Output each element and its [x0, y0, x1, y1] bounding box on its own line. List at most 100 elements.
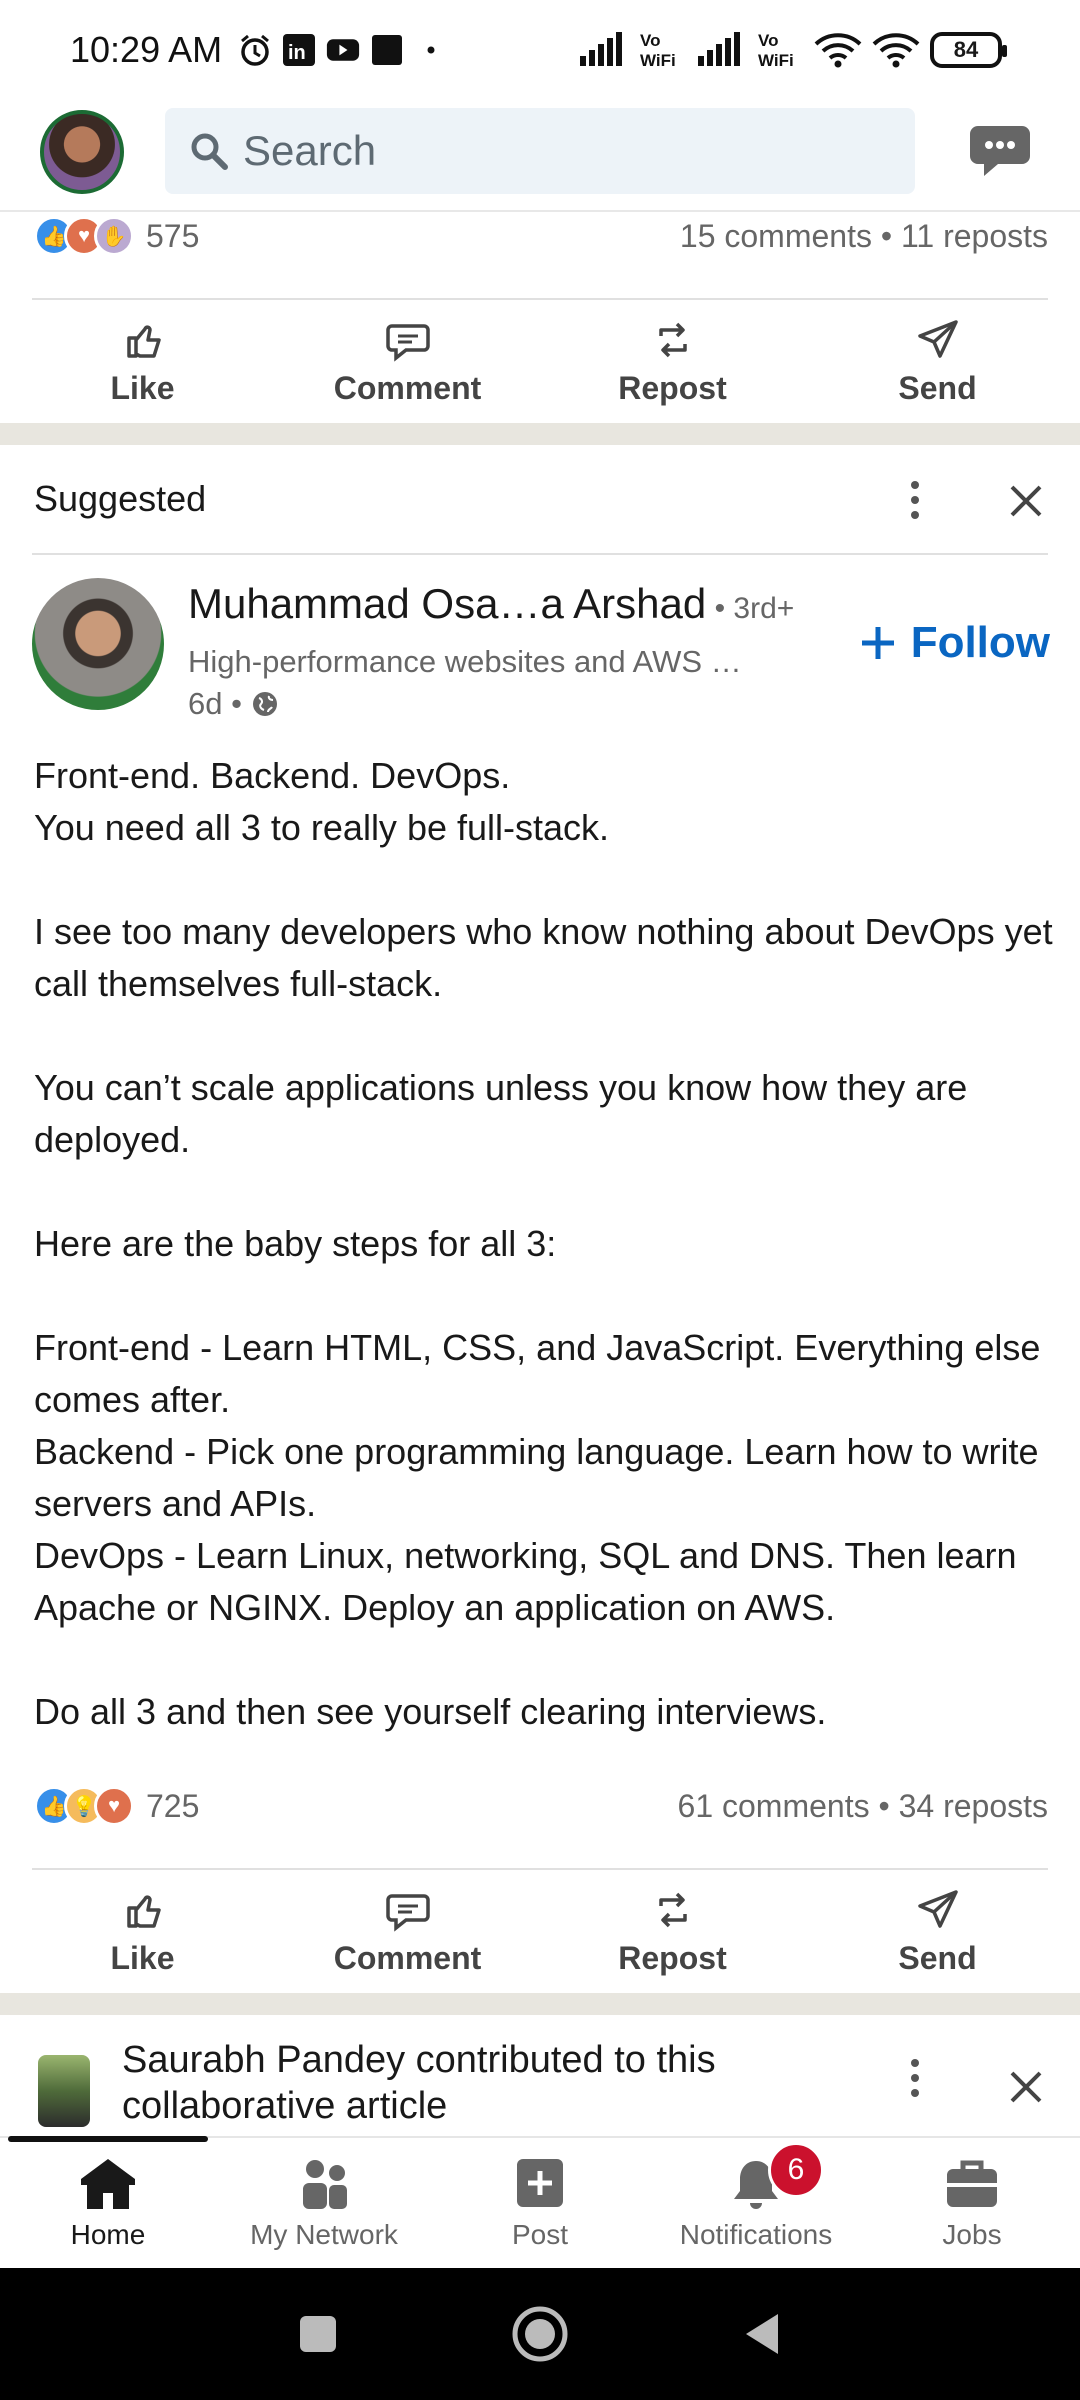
svg-text:Vo: Vo: [640, 31, 660, 50]
post-author: Muhammad Osa…a Arshad • 3rd+ High-perfor…: [0, 578, 1080, 728]
network-icon: [303, 2160, 347, 2209]
comment-button[interactable]: Comment: [275, 1872, 540, 1992]
signal-icon: [698, 32, 740, 66]
reaction-icons: 👍 💡 ♥: [34, 1786, 134, 1826]
status-time: 10:29 AM: [70, 29, 223, 70]
vowifi-icon: VoWiFi: [758, 31, 794, 70]
post-paragraph: Front-end. Backend. DevOps. You need all…: [34, 755, 610, 848]
author-avatar[interactable]: [32, 578, 164, 710]
post-paragraph: Here are the baby steps for all 3:: [34, 1223, 557, 1264]
post-timestamp: 6d •: [188, 686, 280, 722]
nav-label: Notifications: [679, 2219, 833, 2250]
send-icon: [917, 1889, 958, 1928]
send-button[interactable]: Send: [805, 1872, 1070, 1992]
bottom-navigation: Home My Network Post 6 Notifications Job…: [0, 2136, 1080, 2268]
author-name[interactable]: Muhammad Osa…a Arshad: [188, 580, 706, 627]
feed-separator: [0, 423, 1080, 445]
home-button[interactable]: [510, 2304, 570, 2364]
send-button[interactable]: Send: [805, 302, 1070, 422]
notification-badge: 6: [768, 2142, 824, 2198]
post-paragraph: I see too many developers who know nothi…: [34, 911, 1053, 1004]
more-options-icon[interactable]: [900, 475, 930, 525]
previous-post-social-counts[interactable]: 👍 ♥ ✋ 575 15 comments • 11 reposts: [34, 216, 1048, 256]
home-icon: [81, 2159, 135, 2209]
collab-article-header: Saurabh Pandey contributed to this colla…: [0, 2015, 1080, 2135]
post-paragraph: You can’t scale applications unless you …: [34, 1067, 968, 1160]
post-icon: [517, 2159, 563, 2207]
alarm-icon: [238, 33, 272, 67]
search-icon: [191, 133, 228, 170]
battery-level: 84: [953, 37, 979, 62]
like-button[interactable]: Like: [10, 302, 275, 422]
dot-icon: [414, 33, 448, 67]
top-app-bar: Search: [0, 100, 1080, 212]
send-icon: [917, 319, 958, 358]
like-icon: [126, 1894, 161, 1928]
system-navigation-bar: [0, 2268, 1080, 2400]
more-options-icon[interactable]: [900, 2053, 930, 2103]
collab-description[interactable]: Saurabh Pandey contributed to this colla…: [122, 2037, 762, 2129]
repost-icon: [658, 1892, 687, 1927]
like-label: Like: [110, 369, 175, 406]
vowifi-icon: VoWiFi: [640, 31, 676, 70]
divider: [32, 1868, 1048, 1870]
messaging-icon[interactable]: [968, 120, 1032, 180]
nav-home[interactable]: Home: [0, 2138, 216, 2268]
svg-text:WiFi: WiFi: [758, 51, 794, 70]
recents-button[interactable]: [296, 2312, 340, 2356]
profile-avatar[interactable]: [40, 110, 124, 194]
back-button[interactable]: [740, 2310, 784, 2358]
status-bar: 10:29 AM in Vo WiFi Vo WiFi 84: [0, 0, 1080, 100]
comment-icon: [385, 323, 430, 362]
close-icon[interactable]: [1006, 2067, 1046, 2107]
wifi-icon: [814, 33, 862, 68]
comments-reposts-count[interactable]: 61 comments • 34 reposts: [678, 1788, 1048, 1825]
author-name-line[interactable]: Muhammad Osa…a Arshad • 3rd+: [188, 580, 794, 628]
repost-button[interactable]: Repost: [540, 302, 805, 422]
divider: [32, 553, 1048, 555]
contributor-avatar[interactable]: [38, 2055, 90, 2127]
reaction-count[interactable]: 575: [146, 218, 199, 255]
post-actions: Like Comment Repost Send: [0, 1872, 1080, 1992]
follow-button[interactable]: Follow: [859, 618, 1050, 668]
app-icon: [370, 33, 404, 67]
suggested-label: Suggested: [34, 478, 207, 519]
author-headline: High-performance websites and AWS …: [188, 644, 742, 679]
comment-label: Comment: [333, 369, 482, 406]
support-reaction-icon: ✋: [94, 216, 134, 256]
nav-notifications[interactable]: 6 Notifications: [648, 2138, 864, 2268]
post-text[interactable]: Front-end. Backend. DevOps. You need all…: [34, 750, 1054, 1738]
nav-post[interactable]: Post: [432, 2138, 648, 2268]
comments-reposts-count[interactable]: 15 comments • 11 reposts: [680, 218, 1048, 255]
linkedin-icon: in: [282, 33, 316, 67]
contributor-name[interactable]: Saurabh Pandey: [122, 2039, 405, 2081]
close-icon[interactable]: [1006, 481, 1046, 521]
follow-label: Follow: [910, 618, 1050, 667]
send-label: Send: [898, 369, 977, 406]
love-reaction-icon: ♥: [94, 1786, 134, 1826]
svg-text:in: in: [288, 42, 306, 64]
nav-my-network[interactable]: My Network: [216, 2138, 432, 2268]
nav-label: Home: [70, 2219, 146, 2250]
like-button[interactable]: Like: [10, 1872, 275, 1992]
search-bar[interactable]: Search: [165, 108, 915, 194]
youtube-icon: [326, 33, 360, 67]
wifi-icon: [872, 33, 920, 68]
svg-text:Vo: Vo: [758, 31, 778, 50]
post-paragraph: Do all 3 and then see yourself clearing …: [34, 1691, 827, 1732]
send-label: Send: [898, 1939, 977, 1976]
plus-icon: [861, 627, 894, 659]
briefcase-icon: [947, 2160, 997, 2207]
reaction-icons: 👍 ♥ ✋: [34, 216, 134, 256]
search-input[interactable]: Search: [243, 127, 376, 175]
repost-button[interactable]: Repost: [540, 1872, 805, 1992]
signal-icon: [580, 32, 622, 66]
reaction-count[interactable]: 725: [146, 1788, 199, 1825]
post-paragraph: Front-end - Learn HTML, CSS, and JavaScr…: [34, 1327, 1041, 1628]
post-social-counts[interactable]: 👍 💡 ♥ 725 61 comments • 34 reposts: [34, 1786, 1048, 1826]
nav-jobs[interactable]: Jobs: [864, 2138, 1080, 2268]
like-label: Like: [110, 1939, 175, 1976]
divider: [32, 298, 1048, 300]
comment-icon: [385, 1893, 430, 1932]
comment-button[interactable]: Comment: [275, 302, 540, 422]
